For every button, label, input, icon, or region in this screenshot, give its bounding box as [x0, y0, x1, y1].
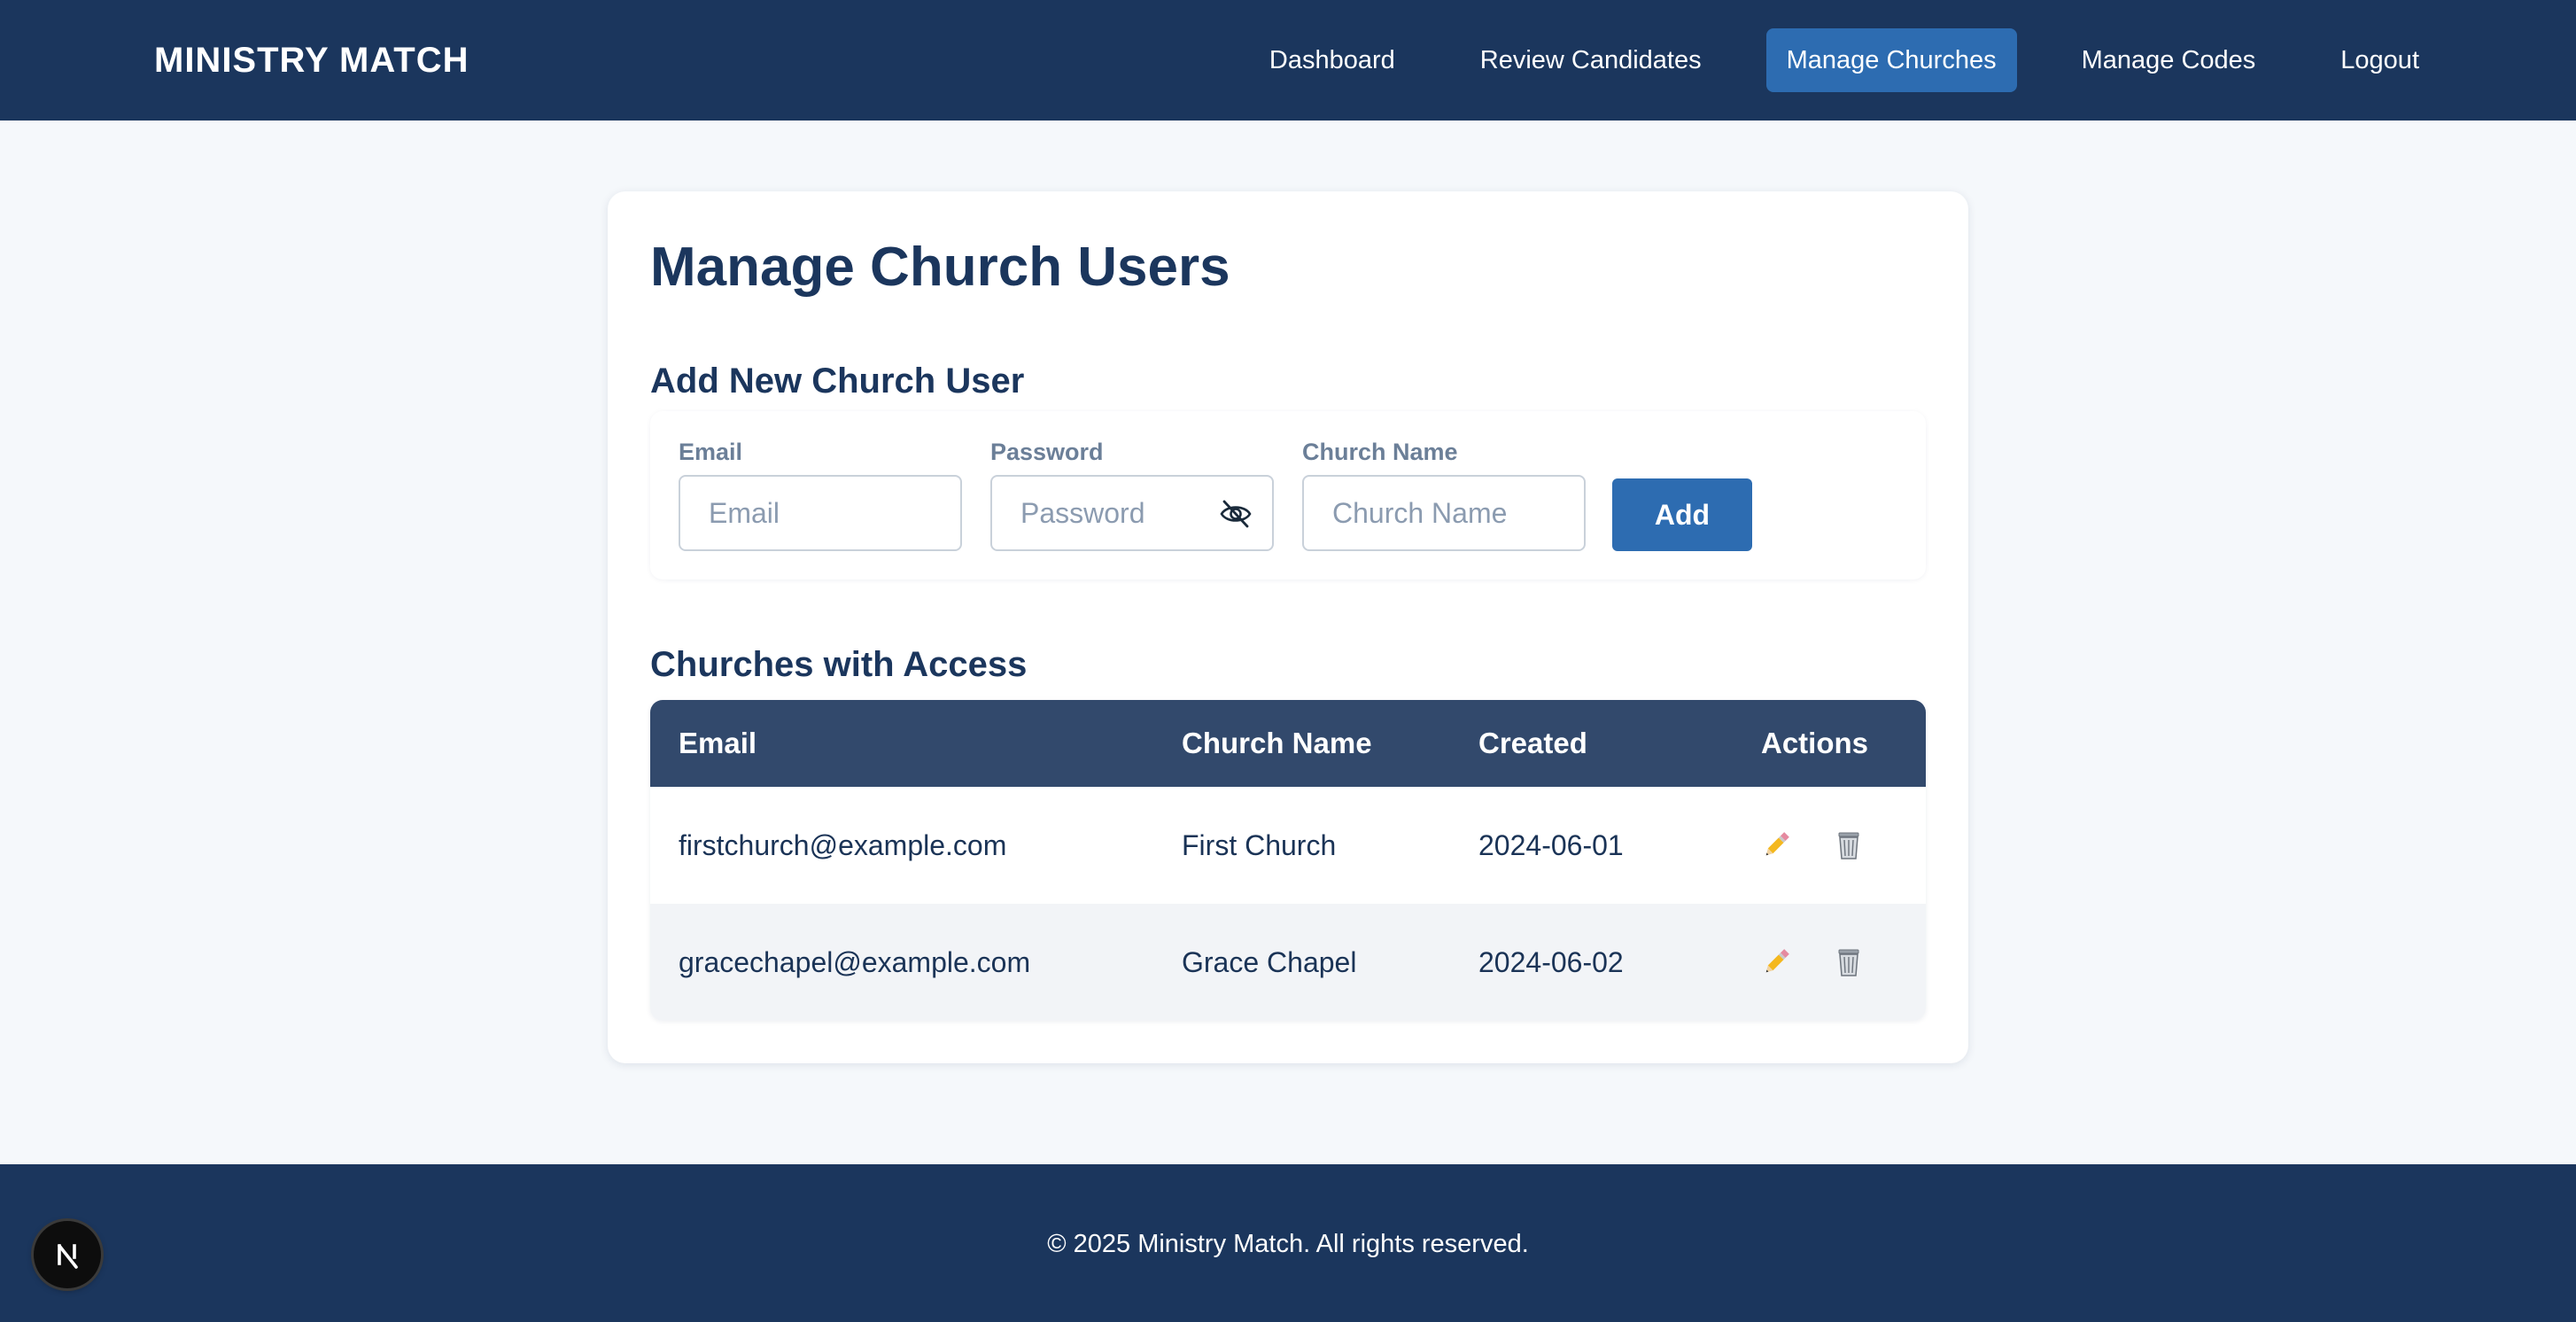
nav-manage-churches[interactable]: Manage Churches: [1765, 28, 2017, 92]
row-church-name: First Church: [1182, 829, 1337, 861]
nav-logout[interactable]: Logout: [2320, 28, 2440, 92]
church-name-label: Church Name: [1302, 439, 1458, 465]
email-input[interactable]: [709, 496, 904, 530]
eye-off-icon[interactable]: [1219, 499, 1253, 529]
email-label: Email: [679, 439, 743, 465]
header-church-name: Church Name: [1182, 727, 1372, 759]
add-button[interactable]: Add: [1612, 478, 1752, 551]
trash-icon[interactable]: [1832, 945, 1866, 979]
nextjs-n-glyph: [58, 1244, 78, 1269]
trash-icon[interactable]: [1832, 828, 1866, 862]
nav-review-candidates[interactable]: Review Candidates: [1460, 28, 1722, 92]
manage-church-users-card: Manage Church Users Add New Church User …: [608, 191, 1968, 1063]
pencil-icon[interactable]: [1759, 828, 1793, 862]
password-field-group: Password: [990, 438, 1274, 551]
email-input-box: [679, 475, 962, 551]
add-church-user-form: Email Password Church Name: [650, 411, 1926, 579]
add-user-section-title: Add New Church User: [650, 362, 1025, 400]
church-name-input[interactable]: [1332, 496, 1527, 530]
pencil-icon[interactable]: [1759, 945, 1793, 979]
top-nav-bar: MINISTRY MATCH Dashboard Review Candidat…: [0, 0, 2576, 121]
churches-with-access-title: Churches with Access: [650, 645, 1028, 684]
church-name-input-box: [1302, 475, 1586, 551]
nav-dashboard[interactable]: Dashboard: [1249, 28, 1416, 92]
nextjs-logo-icon[interactable]: [34, 1221, 101, 1288]
page-title: Manage Church Users: [650, 237, 1230, 298]
password-label: Password: [990, 439, 1104, 465]
main-nav: Dashboard Review Candidates Manage Churc…: [1249, 28, 2576, 92]
password-input-box: [990, 475, 1274, 551]
table-row: gracechapel@example.com Grace Chapel 202…: [650, 904, 1926, 1021]
brand-logo-text[interactable]: MINISTRY MATCH: [154, 39, 469, 82]
header-actions: Actions: [1761, 727, 1869, 759]
church-name-field-group: Church Name: [1302, 438, 1586, 551]
footer-copyright: © 2025 Ministry Match. All rights reserv…: [1047, 1230, 1529, 1258]
site-footer: © 2025 Ministry Match. All rights reserv…: [0, 1164, 2576, 1322]
header-created: Created: [1478, 727, 1587, 759]
row-created: 2024-06-01: [1478, 829, 1624, 861]
row-created: 2024-06-02: [1478, 946, 1624, 978]
header-email: Email: [679, 727, 757, 759]
row-email: firstchurch@example.com: [679, 829, 1007, 861]
password-input[interactable]: [1020, 496, 1215, 530]
table-header-row: Email Church Name Created Actions: [650, 700, 1926, 787]
nav-manage-codes[interactable]: Manage Codes: [2061, 28, 2277, 92]
page: MINISTRY MATCH Dashboard Review Candidat…: [0, 0, 2576, 1322]
row-email: gracechapel@example.com: [679, 946, 1031, 978]
email-field-group: Email: [679, 438, 962, 551]
table-row: firstchurch@example.com First Church 202…: [650, 787, 1926, 904]
churches-table: Email Church Name Created Actions firstc…: [650, 700, 1926, 1021]
row-church-name: Grace Chapel: [1182, 946, 1357, 978]
